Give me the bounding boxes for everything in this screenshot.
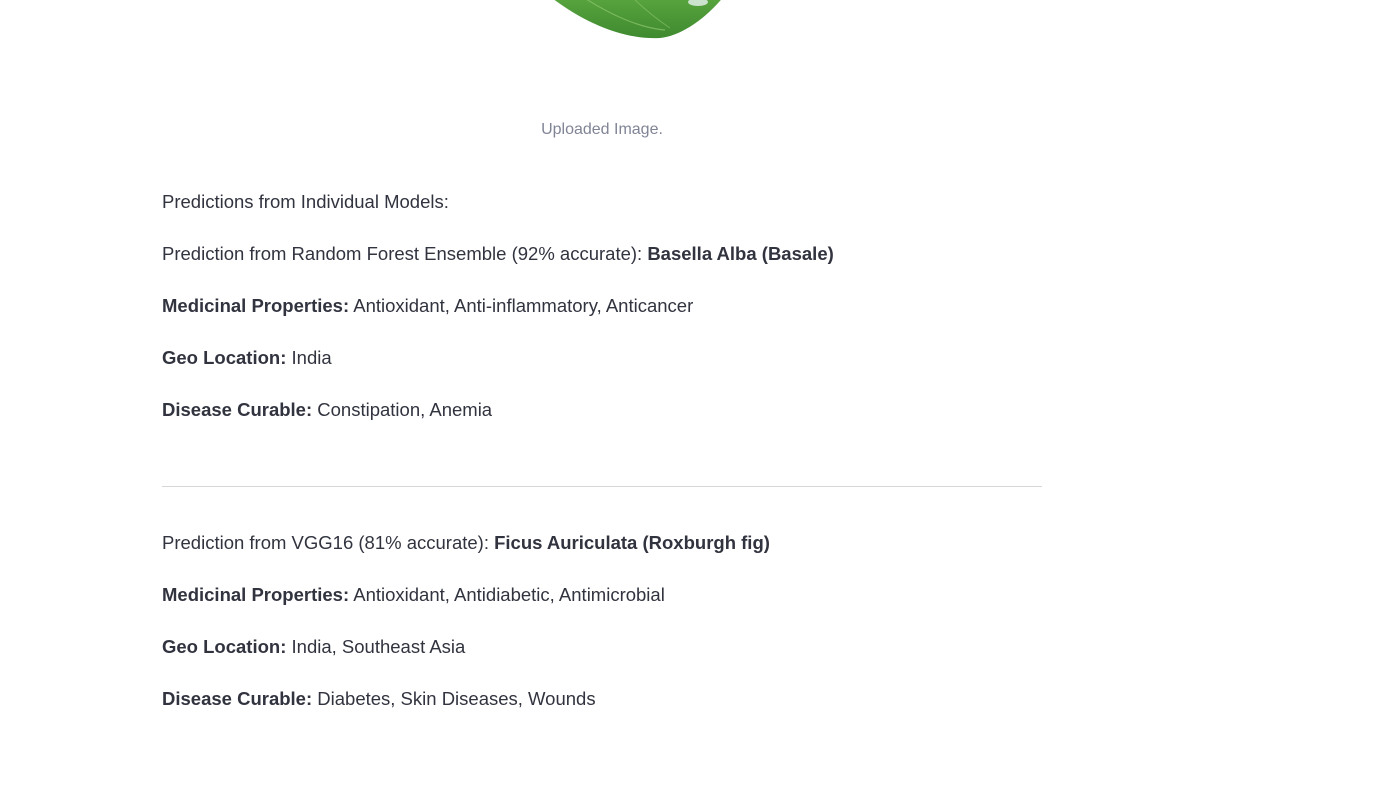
geo-label: Geo Location:: [162, 636, 287, 657]
image-caption: Uploaded Image.: [541, 121, 663, 138]
medicinal-properties-line: Medicinal Properties: Antioxidant, Anti-…: [162, 293, 693, 319]
geo-location-line: Geo Location: India, Southeast Asia: [162, 634, 465, 660]
medicinal-properties-line: Medicinal Properties: Antioxidant, Antid…: [162, 582, 665, 608]
predicted-plant: Ficus Auriculata (Roxburgh fig): [494, 532, 770, 553]
geo-location-line: Geo Location: India: [162, 345, 332, 371]
disease-value: Diabetes, Skin Diseases, Wounds: [312, 688, 596, 709]
predictions-header: Predictions from Individual Models:: [162, 191, 449, 212]
prediction-line-vgg16: Prediction from VGG16 (81% accurate): Fi…: [162, 530, 770, 556]
disease-curable-line: Disease Curable: Diabetes, Skin Diseases…: [162, 686, 596, 712]
disease-label: Disease Curable:: [162, 399, 313, 420]
prediction-prefix: Prediction from Random Forest Ensemble (…: [162, 243, 648, 264]
geo-value: India: [286, 347, 332, 368]
prediction-prefix: Prediction from VGG16 (81% accurate):: [162, 532, 495, 553]
medicinal-value: Antioxidant, Anti-inflammatory, Anticanc…: [349, 295, 694, 316]
geo-label: Geo Location:: [162, 347, 287, 368]
geo-value: India, Southeast Asia: [286, 636, 466, 657]
divider: [162, 486, 1042, 487]
prediction-line-random-forest: Prediction from Random Forest Ensemble (…: [162, 241, 834, 267]
uploaded-leaf-image: [520, 0, 740, 45]
medicinal-label: Medicinal Properties:: [162, 584, 350, 605]
disease-curable-line: Disease Curable: Constipation, Anemia: [162, 397, 492, 423]
medicinal-value: Antioxidant, Antidiabetic, Antimicrobial: [349, 584, 665, 605]
disease-value: Constipation, Anemia: [312, 399, 493, 420]
medicinal-label: Medicinal Properties:: [162, 295, 350, 316]
predicted-plant: Basella Alba (Basale): [647, 243, 834, 264]
disease-label: Disease Curable:: [162, 688, 313, 709]
